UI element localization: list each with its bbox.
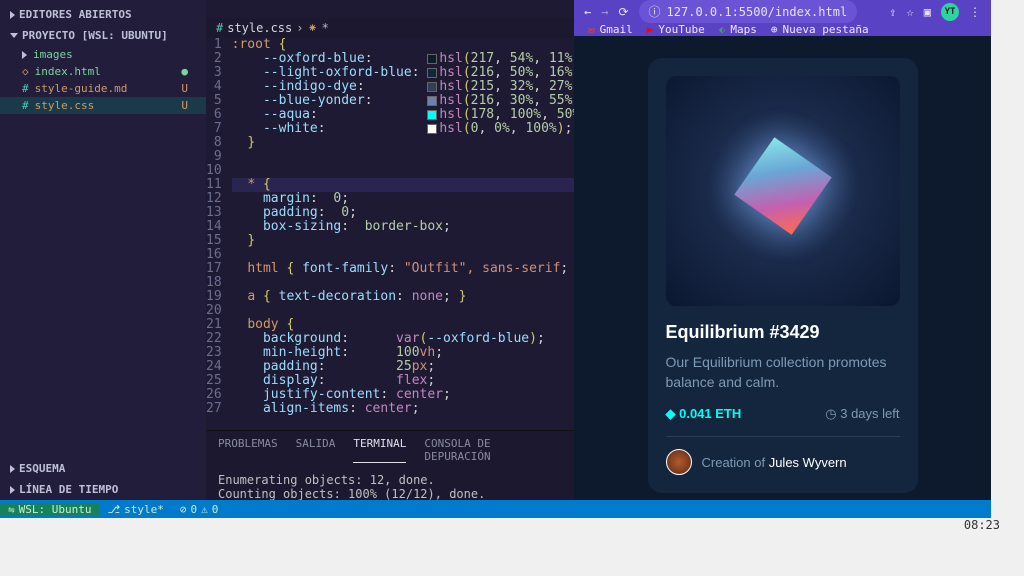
terminal-line: Counting objects: 100% (12/12), done. (218, 487, 562, 501)
file-name: style-guide.md (35, 82, 128, 95)
timeline-section[interactable]: LÍNEA DE TIEMPO (0, 479, 206, 500)
price: ◆ 0.041 ETH (666, 406, 742, 422)
info-icon: ⓘ (649, 3, 661, 20)
bookmark-item[interactable]: ✉ Gmail (588, 23, 633, 36)
bookmark-item[interactable]: ▶ YouTube (647, 23, 705, 36)
file-name: index.html (35, 65, 101, 78)
chevron-right-icon (10, 11, 15, 19)
card-title[interactable]: Equilibrium #3429 (666, 322, 900, 343)
url-text: 127.0.0.1:5500/index.html (667, 5, 848, 19)
star-icon[interactable]: ☆ (907, 5, 914, 19)
bottom-panel: PROBLEMAS SALIDA TERMINAL CONSOLA DE DEPURA… (206, 430, 574, 500)
panel-tab[interactable]: TERMINAL (353, 437, 406, 463)
chevron-right-icon (22, 51, 27, 59)
project-section[interactable]: PROYECTO [WSL: UBUNTU] (0, 25, 206, 46)
browser-window: ← → ⟳ ⓘ 127.0.0.1:5500/index.html ⇪ ☆ ▣ … (574, 0, 991, 500)
explorer-sidebar: EDITORES ABIERTOS PROYECTO [WSL: UBUNTU]… (0, 0, 206, 500)
breadcrumb[interactable]: # style.css › ⁕ * (206, 18, 574, 38)
panel-tab[interactable]: CONSOLA DE DEPURACIÓN (424, 437, 562, 463)
gmail-icon: ✉ (588, 23, 595, 36)
remote-indicator[interactable]: ⇋ WSL: Ubuntu (0, 503, 99, 516)
share-icon[interactable]: ⇪ (889, 5, 896, 19)
address-bar: ← → ⟳ ⓘ 127.0.0.1:5500/index.html ⇪ ☆ ▣ … (574, 0, 991, 23)
editor-tabs[interactable] (206, 0, 574, 18)
page-viewport[interactable]: Equilibrium #3429 Our Equilibrium collec… (574, 36, 991, 515)
youtube-icon: ▶ (647, 23, 654, 36)
timeline-label: LÍNEA DE TIEMPO (19, 483, 118, 496)
bookmark-item[interactable]: ⊕ Nueva pestaña (771, 23, 869, 36)
url-pill[interactable]: ⓘ 127.0.0.1:5500/index.html (639, 0, 858, 23)
bookmark-bar: ✉ Gmail ▶ YouTube ⬖ Maps ⊕ Nueva pestaña (574, 23, 991, 36)
project-label: PROYECTO [WSL: UBUNTU] (22, 29, 168, 42)
creator-text: Creation of Jules Wyvern (702, 455, 847, 470)
file-name: style.css (35, 99, 95, 112)
file-status: U (181, 99, 188, 112)
nav-back-icon[interactable]: ← (584, 5, 591, 19)
file-name: images (33, 48, 73, 61)
bookmark-item[interactable]: ⬖ Maps (719, 23, 757, 36)
outline-label: ESQUEMA (19, 462, 65, 475)
chevron-right-icon (10, 486, 15, 494)
cube-illustration (734, 138, 831, 235)
status-bar: ⇋ WSL: Ubuntu ⎇ style* ⊘ 0 ⚠ 0 (0, 500, 991, 518)
nav-forward-icon[interactable]: → (601, 5, 608, 19)
file-status: U (181, 82, 188, 95)
outline-section[interactable]: ESQUEMA (0, 458, 206, 479)
menu-icon[interactable]: ⋮ (969, 5, 981, 19)
maps-icon: ⬖ (719, 23, 726, 36)
chevron-down-icon (10, 33, 18, 38)
reload-icon[interactable]: ⟳ (618, 5, 628, 19)
breadcrumb-symbol: * (322, 21, 329, 35)
panel-tab[interactable]: PROBLEMAS (218, 437, 278, 463)
time-left: ◷ 3 days left (825, 406, 899, 422)
breadcrumb-file: style.css (227, 21, 292, 35)
file-row[interactable]: # style-guide.md U (0, 80, 206, 97)
system-clock[interactable]: 08:23 (964, 518, 1000, 532)
file-row[interactable]: # style.css U (0, 97, 206, 114)
code-editor[interactable]: 1234567891011121314151617181920212223242… (206, 38, 574, 430)
file-row[interactable]: ◇ index.html ● (0, 63, 206, 80)
file-row[interactable]: images (0, 46, 206, 63)
file-status: ● (181, 65, 188, 78)
editor-area: # style.css › ⁕ * 1234567891011121314151… (206, 0, 574, 500)
terminal-line: Enumerating objects: 12, done. (218, 473, 562, 487)
card-description: Our Equilibrium collection promotes bala… (666, 353, 900, 392)
card-image[interactable] (666, 76, 900, 306)
open-editors-label: EDITORES ABIERTOS (19, 8, 132, 21)
branch-indicator[interactable]: ⎇ style* (99, 503, 171, 516)
open-editors-section[interactable]: EDITORES ABIERTOS (0, 4, 206, 25)
newtab-icon: ⊕ (771, 23, 778, 36)
profile-avatar[interactable]: YT (941, 3, 959, 21)
extensions-icon[interactable]: ▣ (924, 5, 931, 19)
problems-indicator[interactable]: ⊘ 0 ⚠ 0 (172, 503, 227, 516)
panel-tabs: PROBLEMAS SALIDA TERMINAL CONSOLA DE DEPURA… (206, 431, 574, 469)
chevron-right-icon (10, 465, 15, 473)
creator-avatar[interactable] (666, 449, 692, 475)
panel-tab[interactable]: SALIDA (296, 437, 336, 463)
nft-card: Equilibrium #3429 Our Equilibrium collec… (648, 58, 918, 493)
creator-name[interactable]: Jules Wyvern (769, 455, 847, 470)
